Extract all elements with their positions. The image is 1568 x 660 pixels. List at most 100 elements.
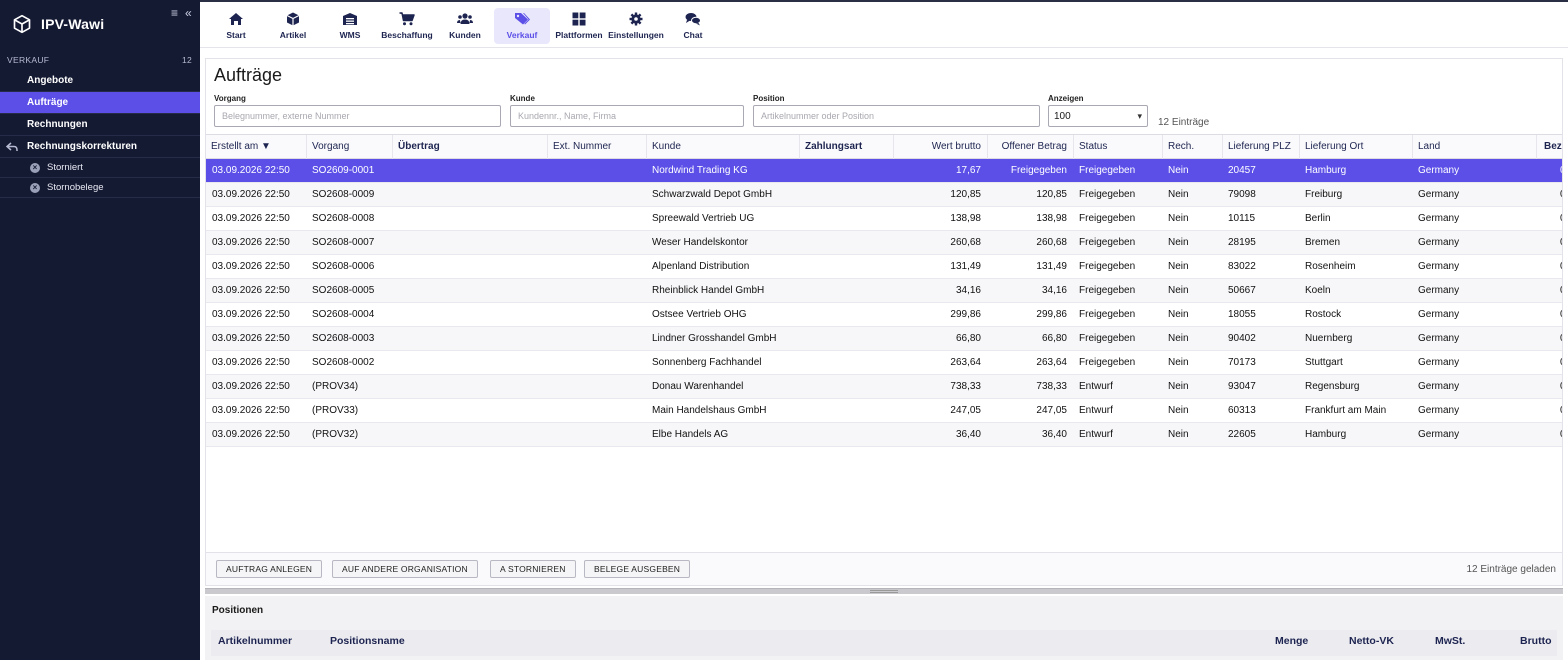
col-lieferung-ort[interactable]: Lieferung Ort bbox=[1299, 135, 1412, 159]
cell-kunde: Schwarzwald Depot GmbH bbox=[652, 189, 773, 200]
col-wert-brutto[interactable]: Wert brutto bbox=[893, 135, 987, 159]
cell-vorgang: SO2608-0005 bbox=[312, 285, 375, 296]
cell-ort: Stuttgart bbox=[1305, 357, 1343, 368]
cell-land: Germany bbox=[1418, 381, 1460, 392]
kunde-input[interactable] bbox=[510, 105, 744, 127]
cell-wert: 299,86 bbox=[950, 309, 981, 320]
collapse-sidebar-icon[interactable]: « bbox=[185, 6, 192, 20]
toolbar-verkauf[interactable]: Verkauf bbox=[494, 8, 550, 44]
cell-rech: Nein bbox=[1168, 333, 1189, 344]
belege-ausgeben-button[interactable]: BELEGE AUSGEBEN bbox=[584, 560, 691, 578]
col-ext-nummer[interactable]: Ext. Nummer bbox=[547, 135, 646, 159]
toolbar-artikel[interactable]: Artikel bbox=[265, 8, 321, 44]
cell-plz: 70173 bbox=[1228, 357, 1256, 368]
table-row[interactable]: 03.09.2026 22:50 SO2608-0006 Alpenland Dis… bbox=[206, 255, 1562, 279]
col-menge[interactable]: Menge bbox=[1275, 630, 1308, 656]
col-artikelnummer[interactable]: Artikelnummer bbox=[218, 630, 292, 656]
cart-icon bbox=[399, 12, 415, 26]
cell-bez: 0 bbox=[1554, 231, 1562, 254]
col-kunde[interactable]: Kunde bbox=[646, 135, 799, 159]
col-rech[interactable]: Rech. bbox=[1162, 135, 1222, 159]
panel-splitter[interactable] bbox=[205, 588, 1563, 594]
cell-created: 03.09.2026 22:50 bbox=[212, 237, 290, 248]
cell-kunde: Nordwind Trading KG bbox=[652, 165, 748, 176]
anzeigen-select[interactable]: 100 ▾ bbox=[1048, 105, 1148, 127]
position-input[interactable] bbox=[753, 105, 1040, 127]
table-row[interactable]: 03.09.2026 22:50 SO2608-0004 Ostsee Vertri… bbox=[206, 303, 1562, 327]
sidebar-subitem-label: Storniert bbox=[47, 162, 83, 173]
sidebar-header: IPV-Wawi ≡ « bbox=[0, 0, 200, 48]
col-mwst[interactable]: MwSt. bbox=[1435, 630, 1465, 656]
vorgang-input[interactable] bbox=[214, 105, 501, 127]
col-lieferung-plz[interactable]: Lieferung PLZ bbox=[1222, 135, 1299, 159]
cell-rech: Nein bbox=[1168, 357, 1189, 368]
col-erstellt-am[interactable]: Erstellt am ▼ bbox=[206, 135, 306, 159]
toolbar-plattformen[interactable]: Plattformen bbox=[551, 8, 607, 44]
cell-offen: 738,33 bbox=[1036, 381, 1067, 392]
cell-created: 03.09.2026 22:50 bbox=[212, 165, 290, 176]
sidebar-section-label: VERKAUF bbox=[7, 55, 50, 65]
cell-vorgang: (PROV32) bbox=[312, 429, 359, 440]
cell-ort: Hamburg bbox=[1305, 429, 1347, 440]
orders-panel: Aufträge Vorgang Kunde Position Anzeigen… bbox=[205, 58, 1563, 586]
menu-icon[interactable]: ≡ bbox=[171, 6, 178, 20]
sidebar-subitem-label: Stornobelege bbox=[47, 182, 104, 193]
cancel-circle-icon: × bbox=[30, 183, 40, 193]
cell-status: Freigegeben bbox=[1079, 309, 1136, 320]
toolbar-einstellungen[interactable]: Einstellungen bbox=[608, 8, 664, 44]
col-uebertrag[interactable]: Übertrag bbox=[392, 135, 547, 159]
table-row[interactable]: 03.09.2026 22:50 (PROV32) Elbe Handels AG 3… bbox=[206, 423, 1562, 447]
col-brutto[interactable]: Brutto bbox=[1520, 630, 1552, 656]
table-row[interactable]: 03.09.2026 22:50 SO2608-0003 Lindner Gross… bbox=[206, 327, 1562, 351]
col-bezahlt[interactable]: Bez bbox=[1536, 135, 1562, 159]
cell-offen: 120,85 bbox=[1036, 189, 1067, 200]
sidebar-subitem-stornobelege[interactable]: × Stornobelege bbox=[0, 178, 200, 198]
orders-table-body: 03.09.2026 22:50 SO2609-0001 Nordwind Trad… bbox=[206, 159, 1562, 447]
cell-offen: 131,49 bbox=[1036, 261, 1067, 272]
cell-wert: 247,05 bbox=[950, 405, 981, 416]
cell-plz: 60313 bbox=[1228, 405, 1256, 416]
sidebar-subitem-storniert[interactable]: × Storniert bbox=[0, 158, 200, 178]
table-row[interactable]: 03.09.2026 22:50 SO2608-0007 Weser Handels… bbox=[206, 231, 1562, 255]
cell-plz: 93047 bbox=[1228, 381, 1256, 392]
cell-status: Freigegeben bbox=[1079, 213, 1136, 224]
col-positionsname[interactable]: Positionsname bbox=[330, 630, 405, 656]
table-row[interactable]: 03.09.2026 22:50 SO2608-0002 Sonnenberg Fa… bbox=[206, 351, 1562, 375]
table-row[interactable]: 03.09.2026 22:50 (PROV33) Main Handelshaus… bbox=[206, 399, 1562, 423]
cell-plz: 10115 bbox=[1228, 213, 1256, 224]
page-title: Aufträge bbox=[214, 65, 283, 85]
sidebar-item-angebote[interactable]: Angebote bbox=[0, 70, 200, 92]
col-zahlungsart[interactable]: Zahlungsart bbox=[799, 135, 893, 159]
sidebar-item-auftraege[interactable]: Aufträge bbox=[0, 92, 200, 114]
cell-status: Freigegeben bbox=[1079, 333, 1136, 344]
cell-created: 03.09.2026 22:50 bbox=[212, 261, 290, 272]
table-row[interactable]: 03.09.2026 22:50 (PROV34) Donau Warenhande… bbox=[206, 375, 1562, 399]
toolbar-label: Chat bbox=[683, 30, 703, 40]
col-offener-betrag[interactable]: Offener Betrag bbox=[987, 135, 1073, 159]
toolbar-chat[interactable]: Chat bbox=[665, 8, 721, 44]
sidebar-item-rechnungskorrekturen[interactable]: Rechnungskorrekturen bbox=[0, 136, 200, 158]
auftrag-anlegen-button[interactable]: AUFTRAG ANLEGEN bbox=[216, 560, 323, 578]
table-row[interactable]: 03.09.2026 22:50 SO2609-0001 Nordwind Trad… bbox=[206, 159, 1562, 183]
cell-created: 03.09.2026 22:50 bbox=[212, 381, 290, 392]
cell-plz: 83022 bbox=[1228, 261, 1256, 272]
drag-handle-icon[interactable] bbox=[870, 590, 898, 593]
table-row[interactable]: 03.09.2026 22:50 SO2608-0008 Spreewald Ver… bbox=[206, 207, 1562, 231]
cell-bez: 0 bbox=[1554, 255, 1562, 278]
cell-land: Germany bbox=[1418, 357, 1460, 368]
toolbar-beschaffung[interactable]: Beschaffung bbox=[379, 8, 435, 44]
cell-land: Germany bbox=[1418, 261, 1460, 272]
table-row[interactable]: 03.09.2026 22:50 SO2608-0009 Schwarzwald D… bbox=[206, 183, 1562, 207]
col-status[interactable]: Status bbox=[1073, 135, 1162, 159]
cell-vorgang: SO2608-0004 bbox=[312, 309, 375, 320]
toolbar-wms[interactable]: WMS bbox=[322, 8, 378, 44]
col-vorgang[interactable]: Vorgang bbox=[306, 135, 392, 159]
table-row[interactable]: 03.09.2026 22:50 SO2608-0005 Rheinblick Ha… bbox=[206, 279, 1562, 303]
sidebar-item-rechnungen[interactable]: Rechnungen bbox=[0, 114, 200, 136]
andere-organisation-button[interactable]: AUF ANDERE ORGANISATION bbox=[332, 560, 478, 578]
toolbar-kunden[interactable]: Kunden bbox=[437, 8, 493, 44]
stornieren-button[interactable]: A STORNIEREN bbox=[490, 560, 576, 578]
col-land[interactable]: Land bbox=[1412, 135, 1536, 159]
toolbar-start[interactable]: Start bbox=[208, 8, 264, 44]
col-netto-vk[interactable]: Netto-VK bbox=[1349, 630, 1394, 656]
